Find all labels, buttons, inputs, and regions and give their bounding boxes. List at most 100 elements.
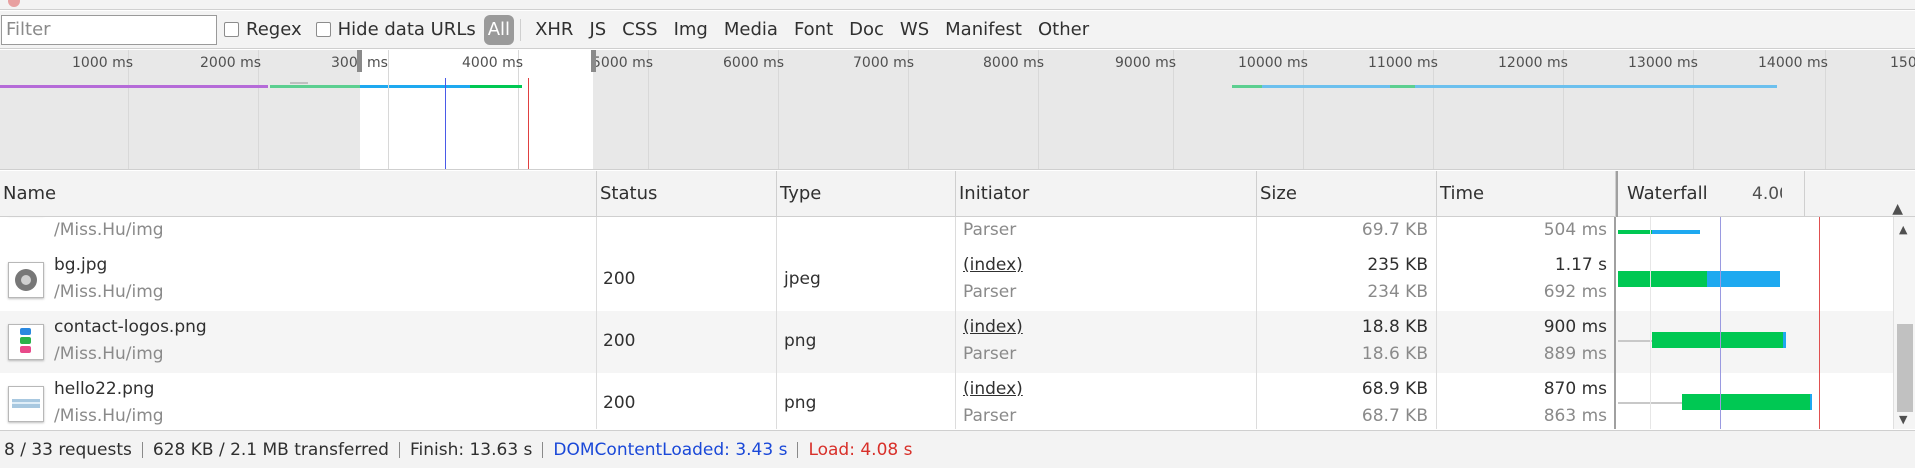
- waterfall-receiving-bar: [1707, 271, 1780, 287]
- transfer-size: 18.8 KB: [1361, 317, 1428, 337]
- waterfall-header-divider: [1804, 171, 1805, 217]
- window-top-strip: [0, 0, 1915, 10]
- request-name: hello22.png: [54, 379, 155, 399]
- initiator-detail: Parser: [963, 282, 1017, 302]
- overview-tick-label: 300: [331, 55, 358, 71]
- time-cell: 504 ms: [1437, 217, 1616, 249]
- filter-type-all[interactable]: All: [483, 14, 515, 45]
- filter-type-doc[interactable]: Doc: [841, 15, 892, 45]
- overview-selection-handle-right[interactable]: [591, 50, 596, 72]
- image-thumbnail-icon: [8, 262, 44, 298]
- initiator-link[interactable]: (index): [963, 255, 1023, 275]
- type-cell: jpeg: [777, 249, 956, 311]
- filter-type-css[interactable]: CSS: [614, 15, 665, 45]
- filter-toolbar: Regex Hide data URLs All XHR JS CSS Img …: [0, 11, 1915, 49]
- table-header: Name Status Type Initiator Size Time Wat…: [0, 171, 1915, 217]
- filter-type-media[interactable]: Media: [716, 15, 786, 45]
- column-header-initiator[interactable]: Initiator: [956, 171, 1257, 217]
- total-time: 900 ms: [1543, 317, 1607, 337]
- name-cell: hello22.png /Miss.Hu/img: [0, 373, 597, 429]
- latency: 863 ms: [1543, 406, 1607, 426]
- time-cell: 1.17 s 692 ms: [1437, 249, 1616, 311]
- column-header-time[interactable]: Time: [1437, 171, 1616, 217]
- scroll-up-icon[interactable]: ▲: [1899, 223, 1907, 236]
- filter-type-js[interactable]: JS: [581, 15, 614, 45]
- initiator-detail: Parser: [963, 344, 1017, 364]
- latency: 889 ms: [1543, 344, 1607, 364]
- waterfall-load-marker: [1819, 217, 1820, 429]
- waterfall-receiving-bar: [1810, 394, 1812, 410]
- table-body: /Miss.Hu/img 200 png Parser 69.7 KB 504 …: [0, 217, 1915, 429]
- filter-type-xhr[interactable]: XHR: [527, 15, 581, 45]
- finish-time: Finish: 13.63 s: [409, 439, 533, 460]
- table-row[interactable]: bg.jpg /Miss.Hu/img 200 jpeg (index) Par…: [0, 249, 1915, 311]
- status-divider: [797, 441, 799, 458]
- vertical-scrollbar[interactable]: ▲ ▼: [1893, 217, 1915, 429]
- overview-tick-label: 14000 ms: [1758, 55, 1828, 71]
- waterfall-queue-line: [1618, 340, 1652, 342]
- filter-type-other[interactable]: Other: [1030, 15, 1097, 45]
- size-cell: 68.9 KB 68.7 KB: [1257, 373, 1437, 429]
- overview-selection-handle-left[interactable]: [357, 50, 362, 72]
- overview-tick-label: 12000 ms: [1498, 55, 1568, 71]
- image-thumbnail-icon: [8, 386, 44, 422]
- request-name: bg.jpg: [54, 255, 108, 275]
- initiator-cell: (index) Parser: [956, 311, 1257, 373]
- initiator-cell: (index) Parser: [956, 249, 1257, 311]
- name-cell: contact-logos.png /Miss.Hu/img: [0, 311, 597, 373]
- filter-type-manifest[interactable]: Manifest: [937, 15, 1030, 45]
- scroll-down-icon[interactable]: ▼: [1899, 413, 1907, 426]
- hide-data-urls-label: Hide data URLs: [337, 19, 476, 40]
- column-header-size[interactable]: Size: [1257, 171, 1437, 217]
- filter-input[interactable]: [1, 14, 217, 45]
- table-row[interactable]: /Miss.Hu/img 200 png Parser 69.7 KB 504 …: [0, 217, 1915, 249]
- column-header-type[interactable]: Type: [777, 171, 956, 217]
- toolbar-divider: [520, 18, 522, 41]
- overview-request-bar: [0, 85, 268, 88]
- regex-checkbox[interactable]: [224, 22, 239, 37]
- mime-type: jpeg: [784, 269, 821, 289]
- request-path: /Miss.Hu/img: [54, 220, 164, 240]
- resource-size: 68.7 KB: [1361, 406, 1428, 426]
- regex-label: Regex: [246, 19, 302, 40]
- overview-request-bar: [1232, 85, 1262, 88]
- request-path: /Miss.Hu/img: [54, 282, 164, 302]
- table-row[interactable]: contact-logos.png /Miss.Hu/img 200 png (…: [0, 311, 1915, 373]
- overview-request-bar: [1390, 85, 1415, 88]
- filter-type-font[interactable]: Font: [786, 15, 841, 45]
- column-header-status[interactable]: Status: [597, 171, 777, 217]
- status-cell: 200: [597, 373, 777, 429]
- filter-type-ws[interactable]: WS: [892, 15, 937, 45]
- network-overview[interactable]: 1000 ms 2000 ms 300 ms 4000 ms 5000 ms 6…: [0, 50, 1915, 170]
- overview-tick-label: 5000 ms: [592, 55, 654, 71]
- status-code: 200: [603, 269, 636, 289]
- initiator-cell: (index) Parser: [956, 373, 1257, 429]
- overview-tick-label: 7000 ms: [853, 55, 915, 71]
- initiator-link[interactable]: (index): [963, 317, 1023, 337]
- request-path: /Miss.Hu/img: [54, 406, 164, 426]
- waterfall-dcl-marker: [1720, 217, 1721, 429]
- table-row[interactable]: hello22.png /Miss.Hu/img 200 png (index)…: [0, 373, 1915, 429]
- overview-request-bar: [470, 85, 522, 88]
- column-header-waterfall[interactable]: Waterfall 4.00 ▲: [1616, 171, 1915, 217]
- overview-tick-label: 2000 ms: [200, 55, 262, 71]
- column-header-name[interactable]: Name: [0, 171, 597, 217]
- overview-tick-label: 6000 ms: [723, 55, 785, 71]
- transferred-size: 628 KB / 2.1 MB transferred: [152, 439, 389, 460]
- initiator-detail: Parser: [963, 406, 1017, 426]
- name-cell: bg.jpg /Miss.Hu/img: [0, 249, 597, 311]
- overview-tick-label: 9000 ms: [1115, 55, 1177, 71]
- waterfall-gridline: [1650, 217, 1651, 429]
- hide-data-urls-checkbox[interactable]: [315, 22, 331, 37]
- mime-type: png: [784, 393, 817, 413]
- mime-type: png: [784, 331, 817, 351]
- initiator-link[interactable]: (index): [963, 379, 1023, 399]
- overview-tick-label: ms: [367, 55, 388, 71]
- overview-dcl-marker: [445, 78, 446, 169]
- filter-type-img[interactable]: Img: [666, 15, 716, 45]
- overview-dimmed-left: [0, 50, 360, 169]
- waterfall-left-border: [1614, 217, 1616, 429]
- transfer-size: 235 KB: [1367, 255, 1428, 275]
- overview-request-bar: [290, 82, 308, 84]
- scrollbar-thumb[interactable]: [1897, 324, 1913, 412]
